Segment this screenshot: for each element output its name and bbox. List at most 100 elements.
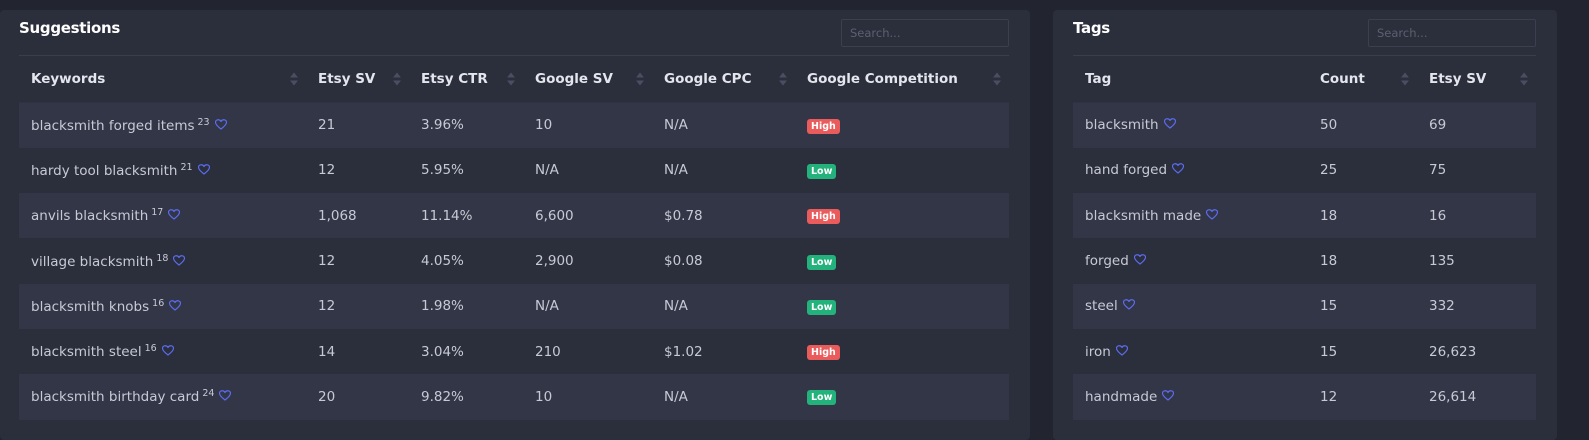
- sort-arrows-icon[interactable]: [290, 72, 298, 86]
- keyword-text[interactable]: hardy tool blacksmith: [31, 163, 177, 179]
- table-row[interactable]: hand forged 25 75: [1073, 148, 1536, 193]
- google-cpc-cell: $1.02: [664, 343, 703, 360]
- table-row[interactable]: blacksmith knobs 16 12 1.98% N/A N/A Low: [19, 283, 1009, 329]
- heart-outline-icon[interactable]: [1206, 208, 1219, 220]
- suggestions-search-input[interactable]: [841, 19, 1009, 47]
- heart-outline-icon[interactable]: [168, 208, 181, 220]
- heart-outline-icon[interactable]: [1171, 162, 1185, 175]
- heart-outline-icon[interactable]: [1162, 389, 1175, 401]
- table-row[interactable]: hardy tool blacksmith 21 12 5.95% N/A N/A Low: [19, 148, 1009, 193]
- suggestions-title: Suggestions: [19, 19, 120, 37]
- keyword-text[interactable]: village blacksmith: [31, 254, 153, 270]
- keyword-count: 23: [197, 116, 210, 128]
- col-header-count[interactable]: Count: [1308, 55, 1417, 103]
- tag-text[interactable]: forged: [1085, 253, 1129, 269]
- google-cpc-cell: N/A: [664, 117, 688, 134]
- heart-outline-icon[interactable]: [1115, 344, 1128, 356]
- heart-outline-icon[interactable]: [173, 254, 186, 266]
- heart-outline-icon[interactable]: [1163, 117, 1176, 129]
- etsy-ctr-cell: 3.96%: [421, 117, 464, 134]
- col-header-google-cpc[interactable]: Google CPC: [652, 55, 795, 103]
- table-row[interactable]: forged 18 135: [1073, 238, 1536, 283]
- tags-search-input[interactable]: [1368, 19, 1536, 47]
- tag-etsy-sv-cell: 69: [1429, 117, 1447, 134]
- tag-cell: iron: [1073, 329, 1308, 374]
- table-row[interactable]: blacksmith 50 69: [1073, 102, 1536, 148]
- sort-arrows-icon[interactable]: [393, 72, 401, 86]
- keyword-cell: hardy tool blacksmith 21: [19, 148, 306, 193]
- tag-text[interactable]: steel: [1085, 298, 1118, 314]
- table-row[interactable]: village blacksmith 18 12 4.05% 2,900 $0.08 Low: [19, 238, 1009, 283]
- sort-arrows-icon[interactable]: [993, 72, 1001, 86]
- tags-table: Tag Count Etsy SV blacksmith 50 69 hand for…: [1073, 55, 1536, 420]
- keyword-cell: anvils blacksmith 17: [19, 193, 306, 238]
- google-cpc-cell: $0.78: [664, 207, 703, 224]
- keyword-text[interactable]: blacksmith birthday card: [31, 389, 199, 405]
- status-badge: Low: [807, 163, 837, 179]
- competition-cell: Low: [795, 374, 1009, 419]
- suggestions-header-row: Keywords Etsy SV Etsy CTR Google SV Goog…: [19, 55, 1009, 103]
- tag-text[interactable]: hand forged: [1085, 162, 1167, 178]
- keyword-count: 24: [202, 388, 215, 400]
- tags-title: Tags: [1073, 19, 1110, 37]
- table-row[interactable]: anvils blacksmith 17 1,068 11.14% 6,600 $0.78…: [19, 193, 1009, 239]
- table-row[interactable]: steel 15 332: [1073, 283, 1536, 329]
- etsy-sv-cell: 1,068: [318, 207, 357, 224]
- heart-outline-icon[interactable]: [197, 163, 210, 175]
- heart-outline-icon[interactable]: [1122, 298, 1135, 310]
- col-header-etsy-ctr[interactable]: Etsy CTR: [409, 55, 523, 103]
- tag-cell: hand forged: [1073, 148, 1308, 193]
- table-row[interactable]: blacksmith forged items 23 21 3.96% 10 N/A Hig…: [19, 102, 1009, 148]
- tag-text[interactable]: blacksmith made: [1085, 208, 1201, 224]
- keyword-text[interactable]: blacksmith knobs: [31, 299, 149, 315]
- keyword-cell: blacksmith steel 16: [19, 329, 306, 374]
- google-cpc-cell: N/A: [664, 162, 688, 179]
- etsy-ctr-cell: 4.05%: [421, 253, 464, 270]
- status-badge: High: [807, 345, 840, 361]
- google-sv-cell: 10: [535, 388, 553, 405]
- competition-cell: High: [795, 329, 1009, 374]
- keyword-count: 17: [151, 207, 164, 219]
- tag-count-cell: 15: [1320, 343, 1338, 360]
- etsy-ctr-cell: 5.95%: [421, 162, 464, 179]
- heart-outline-icon[interactable]: [161, 344, 174, 356]
- tag-count-cell: 25: [1320, 162, 1338, 179]
- keyword-cell: blacksmith forged items 23: [19, 103, 306, 148]
- sort-arrows-icon[interactable]: [779, 72, 787, 86]
- heart-outline-icon[interactable]: [169, 299, 182, 311]
- tag-cell: blacksmith made: [1073, 193, 1308, 238]
- col-header-google-competition[interactable]: Google Competition: [795, 55, 1009, 103]
- status-badge: High: [807, 209, 840, 225]
- tag-text[interactable]: handmade: [1085, 389, 1157, 405]
- keyword-count: 16: [144, 343, 157, 355]
- google-cpc-cell: N/A: [664, 388, 688, 405]
- table-row[interactable]: blacksmith made 18 16: [1073, 193, 1536, 239]
- table-row[interactable]: blacksmith birthday card 24 20 9.82% 10 N/A Lo…: [19, 374, 1009, 420]
- keyword-text[interactable]: blacksmith steel: [31, 344, 142, 360]
- col-header-google-sv[interactable]: Google SV: [523, 55, 652, 103]
- col-header-keywords[interactable]: Keywords: [19, 55, 306, 103]
- etsy-ctr-cell: 9.82%: [421, 388, 464, 405]
- sort-arrows-icon[interactable]: [1401, 72, 1409, 86]
- sort-arrows-icon[interactable]: [1520, 72, 1528, 86]
- tag-text[interactable]: blacksmith: [1085, 117, 1159, 133]
- col-header-tag[interactable]: Tag: [1073, 55, 1308, 103]
- keyword-text[interactable]: blacksmith forged items: [31, 118, 195, 134]
- tag-text[interactable]: iron: [1085, 344, 1111, 360]
- table-row[interactable]: blacksmith steel 16 14 3.04% 210 $1.02 High: [19, 329, 1009, 374]
- keyword-text[interactable]: anvils blacksmith: [31, 208, 148, 224]
- tag-cell: forged: [1073, 238, 1308, 283]
- status-badge: Low: [807, 254, 837, 270]
- etsy-sv-cell: 20: [318, 388, 336, 405]
- col-header-etsy-sv[interactable]: Etsy SV: [306, 55, 409, 103]
- table-row[interactable]: handmade 12 26,614: [1073, 374, 1536, 420]
- heart-outline-icon[interactable]: [219, 389, 232, 402]
- sort-arrows-icon[interactable]: [636, 72, 644, 86]
- sort-arrows-icon[interactable]: [507, 72, 515, 86]
- heart-outline-icon[interactable]: [214, 118, 227, 130]
- col-header-tag-etsy-sv[interactable]: Etsy SV: [1417, 55, 1536, 103]
- tag-cell: blacksmith: [1073, 103, 1308, 148]
- table-row[interactable]: iron 15 26,623: [1073, 329, 1536, 374]
- heart-outline-icon[interactable]: [1133, 253, 1146, 265]
- tag-count-cell: 12: [1320, 388, 1338, 405]
